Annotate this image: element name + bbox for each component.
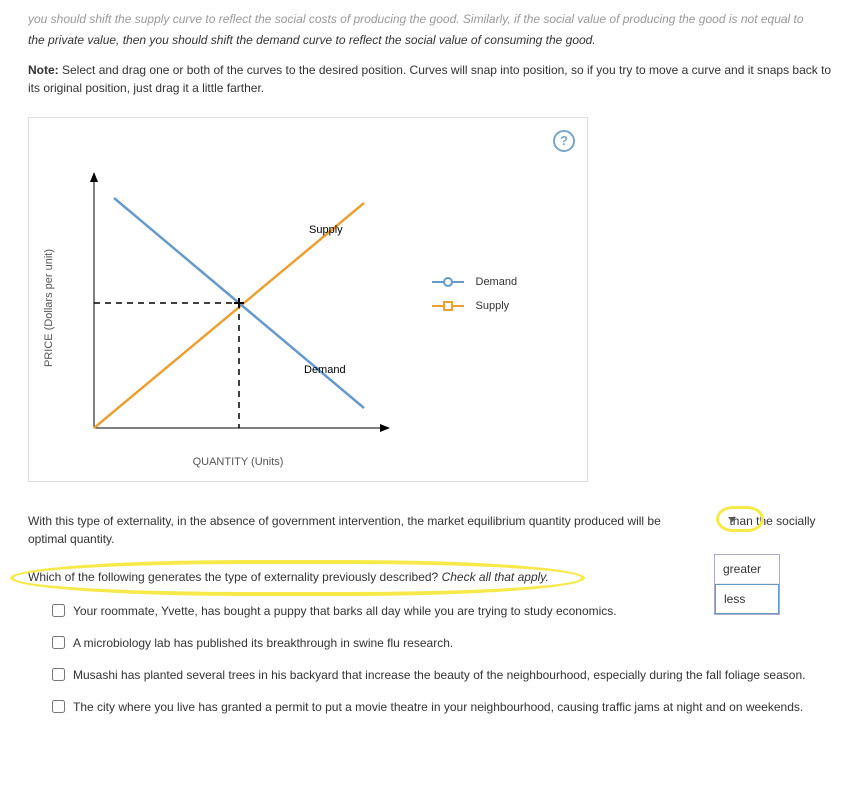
choice-3-checkbox[interactable] [52,668,65,681]
supply-curve-label: Supply [309,224,343,236]
choice-4[interactable]: The city where you live has granted a pe… [52,698,834,716]
legend-supply-label: Supply [476,298,510,315]
q2-prompt: Which of the following generates the typ… [28,570,442,584]
choice-1-label: Your roommate, Yvette, has bought a pupp… [73,602,617,620]
choice-list: Your roommate, Yvette, has bought a pupp… [28,602,834,716]
graph-panel: ? PRICE (Dollars per unit) Su [28,117,588,482]
dropdown-field[interactable] [664,513,726,529]
choice-4-checkbox[interactable] [52,700,65,713]
prior-cutoff-text: you should shift the supply curve to ref… [28,10,834,28]
legend-demand-label: Demand [476,274,518,291]
dropdown-option-greater[interactable]: greater [715,555,779,584]
q1-text-before: With this type of externality, in the ab… [28,514,664,528]
dropdown-menu: greater less [714,554,780,615]
note-paragraph: Note: Select and drag one or both of the… [28,61,834,97]
legend-supply[interactable]: Supply [430,298,518,315]
supply-marker-icon [430,300,466,312]
instruction-line-2: the private value, then you should shift… [28,31,834,49]
choice-2[interactable]: A microbiology lab has published its bre… [52,634,834,652]
choice-2-checkbox[interactable] [52,636,65,649]
question-1: With this type of externality, in the ab… [28,512,834,548]
choice-2-label: A microbiology lab has published its bre… [73,634,453,652]
choice-3[interactable]: Musashi has planted several trees in his… [52,666,834,684]
choice-3-label: Musashi has planted several trees in his… [73,666,805,684]
y-axis-label: PRICE (Dollars per unit) [41,249,58,367]
supply-curve[interactable] [94,203,364,428]
choice-1-checkbox[interactable] [52,604,65,617]
help-icon[interactable]: ? [553,130,575,152]
dropdown-option-less[interactable]: less [715,584,779,614]
legend-demand[interactable]: Demand [430,274,518,291]
chevron-down-icon [728,517,736,522]
chart-plot-area[interactable]: Supply Demand [64,168,394,448]
x-axis-label: QUANTITY (Units) [73,454,403,471]
q2-hint: Check all that apply. [442,570,549,584]
demand-curve-label: Demand [304,364,346,376]
note-label: Note: [28,63,59,77]
note-body: Select and drag one or both of the curve… [28,63,831,95]
chart-legend: Demand Supply [430,274,518,323]
choice-4-label: The city where you live has granted a pe… [73,698,803,716]
demand-marker-icon [430,276,466,288]
